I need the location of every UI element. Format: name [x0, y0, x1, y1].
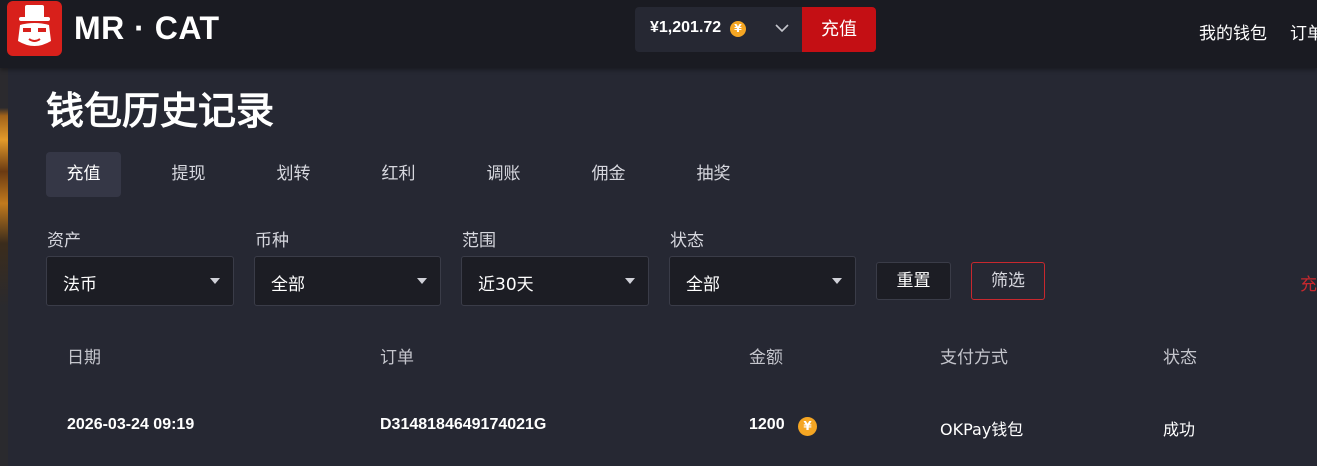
yuan-coin-icon: ¥ — [730, 21, 746, 37]
currency-select-value: 全部 — [271, 275, 305, 295]
row-status: 成功 — [1163, 420, 1196, 439]
row-date: 2026-03-24 09:19 — [67, 416, 195, 433]
balance-amount: ¥1,201.72 — [650, 19, 722, 36]
tab-lottery[interactable]: 抽奖 — [676, 152, 751, 197]
asset-select-value: 法币 — [63, 275, 97, 295]
column-header-order: 订单 — [380, 348, 414, 368]
reset-button[interactable]: 重置 — [876, 262, 951, 300]
filter-button[interactable]: 筛选 — [971, 262, 1045, 300]
status-select-value: 全部 — [686, 275, 720, 295]
yuan-coin-icon: ¥ — [798, 417, 817, 436]
tab-bonus[interactable]: 红利 — [361, 152, 436, 197]
recharge-link-clipped[interactable]: 充 — [1300, 270, 1317, 295]
caret-down-icon — [625, 278, 635, 284]
status-select[interactable]: 全部 — [669, 256, 856, 306]
status-label: 状态 — [670, 231, 704, 251]
asset-select[interactable]: 法币 — [46, 256, 234, 306]
nav-orders[interactable]: 订单 — [1290, 19, 1317, 44]
chevron-down-icon[interactable] — [775, 24, 789, 33]
currency-select[interactable]: 全部 — [254, 256, 441, 306]
tab-transfer[interactable]: 划转 — [256, 152, 331, 197]
caret-down-icon — [210, 278, 220, 284]
top-bar: MR · CAT ¥1,201.72 ¥ 充值 我的钱包 订单 — [0, 0, 1317, 68]
background-strip — [0, 68, 8, 466]
range-select[interactable]: 近30天 — [461, 256, 649, 306]
range-select-value: 近30天 — [478, 275, 534, 295]
tab-withdraw[interactable]: 提现 — [151, 152, 226, 197]
range-label: 范围 — [462, 231, 496, 251]
recharge-button[interactable]: 充值 — [802, 7, 876, 52]
tab-recharge[interactable]: 充值 — [46, 152, 121, 197]
currency-label: 币种 — [255, 231, 289, 251]
asset-label: 资产 — [47, 231, 81, 251]
column-header-status: 状态 — [1163, 348, 1197, 368]
row-payment-method: OKPay钱包 — [940, 420, 1024, 439]
nav-my-wallet[interactable]: 我的钱包 — [1199, 19, 1267, 44]
caret-down-icon — [832, 278, 842, 284]
column-header-amount: 金额 — [749, 348, 783, 368]
brand-name: MR · CAT — [74, 10, 220, 46]
tab-adjustment[interactable]: 调账 — [466, 152, 541, 197]
tab-commission[interactable]: 佣金 — [571, 152, 646, 197]
column-header-payment-method: 支付方式 — [940, 348, 1008, 368]
row-order-id[interactable]: D3148184649174021G — [380, 416, 546, 434]
caret-down-icon — [417, 278, 427, 284]
page-title: 钱包历史记录 — [46, 89, 275, 133]
cat-logo-icon[interactable] — [7, 1, 62, 56]
column-header-date: 日期 — [67, 348, 101, 368]
row-amount: 1200 — [749, 416, 785, 433]
